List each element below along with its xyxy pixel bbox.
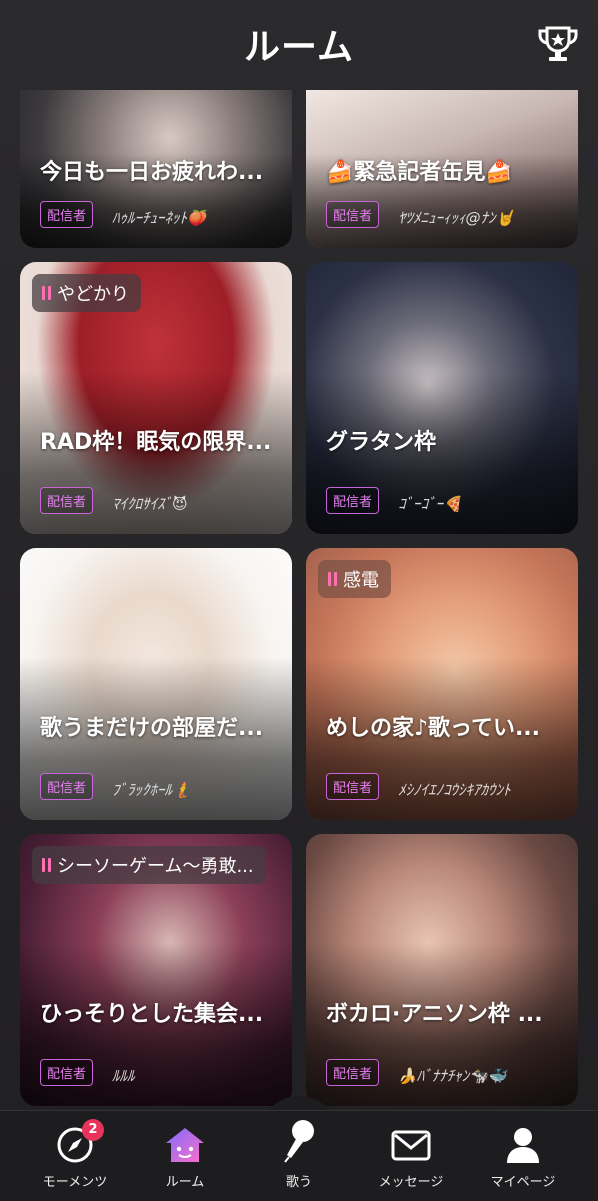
- tab-bar: 2 モーメンツ ルーム 歌う メッセージ マイページ: [0, 1110, 598, 1201]
- equalizer-icon: [328, 572, 337, 586]
- room-title: RAD枠！眠気の限界...: [40, 430, 272, 455]
- user-name: 🍌ﾊﾞﾅﾅﾁｬﾝ🐄🐳: [398, 1067, 507, 1085]
- tab-label: 歌う: [285, 1175, 312, 1190]
- tab-label: メッセージ: [378, 1175, 444, 1190]
- role-badge: 配信者: [326, 1059, 380, 1086]
- room-title: 歌うまだけの部屋だ...: [40, 716, 264, 741]
- role-badge: 配信者: [40, 1059, 94, 1086]
- song-tag: やどかり: [32, 274, 141, 312]
- song-tag-label: やどかり: [57, 284, 129, 305]
- page-title: ルーム: [244, 27, 354, 68]
- equalizer-icon: [42, 286, 51, 300]
- room-title: ボカロ·アニソン枠 ...: [326, 1002, 543, 1027]
- notification-badge: 2: [82, 1119, 104, 1141]
- tab-room[interactable]: ルーム: [130, 1111, 240, 1201]
- role-badge: 配信者: [40, 773, 94, 800]
- role-badge: 配信者: [40, 487, 94, 514]
- role-badge: 配信者: [326, 201, 380, 228]
- tab-message[interactable]: メッセージ: [356, 1111, 466, 1201]
- tab-label: モーメンツ: [42, 1175, 108, 1190]
- room-card[interactable]: 歌うまだけの部屋だ... 配信者 ﾌﾞﾗｯｸﾎｰﾙ🧜: [20, 548, 292, 820]
- user-name: ﾙﾙﾙ: [112, 1067, 135, 1085]
- tab-label: ルーム: [165, 1175, 205, 1190]
- room-card[interactable]: シーソーゲーム〜勇敢... ひっそりとした集会... 配信者 ﾙﾙﾙ: [20, 834, 292, 1106]
- trophy-icon[interactable]: [536, 22, 580, 66]
- song-tag-label: シーソーゲーム〜勇敢...: [57, 856, 254, 877]
- song-tag: 感電: [318, 560, 391, 598]
- role-badge: 配信者: [326, 773, 380, 800]
- room-title: ひっそりとした集会...: [40, 1002, 264, 1027]
- room-title: グラタン枠: [326, 430, 437, 455]
- user-name: ﾌﾞﾗｯｸﾎｰﾙ🧜: [112, 781, 191, 799]
- room-card[interactable]: ボカロ·アニソン枠 ... 配信者 🍌ﾊﾞﾅﾅﾁｬﾝ🐄🐳: [306, 834, 578, 1106]
- room-title: めしの家♪歌ってい...: [326, 716, 541, 741]
- song-tag-label: 感電: [343, 570, 379, 591]
- user-icon: [507, 1128, 539, 1163]
- room-card[interactable]: 🍰緊急記者缶見🍰 配信者 ﾔﾂﾒﾆｭｰｨｯｨ@ﾅﾝ🤘: [306, 90, 578, 248]
- room-card[interactable]: グラタン枠 配信者 ｺﾞｰｺﾞｰ🍕: [306, 262, 578, 534]
- home-icon: [166, 1128, 204, 1162]
- user-name: ﾏｲｸﾛｻｲｽﾞ😈: [112, 495, 188, 513]
- room-title: 🍰緊急記者缶見🍰: [326, 160, 513, 185]
- user-name: ﾊｩﾙｰﾁｭｰﾈｯﾄ🍑: [112, 209, 206, 227]
- song-tag: シーソーゲーム〜勇敢...: [32, 846, 266, 884]
- header: ルーム: [0, 0, 598, 90]
- microphone-icon: [284, 1120, 314, 1163]
- role-badge: 配信者: [40, 201, 94, 228]
- tab-label: マイページ: [490, 1175, 556, 1190]
- user-name: ﾒｼﾉｲｴﾉｺｳｼｷｱｶｳﾝﾄ: [398, 781, 511, 799]
- role-badge: 配信者: [326, 487, 380, 514]
- tab-mypage[interactable]: マイページ: [468, 1111, 578, 1201]
- equalizer-icon: [42, 858, 51, 872]
- tab-sing[interactable]: 歌う: [244, 1111, 354, 1201]
- room-card[interactable]: やどかり RAD枠！眠気の限界... 配信者 ﾏｲｸﾛｻｲｽﾞ😈: [20, 262, 292, 534]
- room-title: 今日も一日お疲れわ...: [40, 160, 264, 185]
- room-card[interactable]: 今日も一日お疲れわ... 配信者 ﾊｩﾙｰﾁｭｰﾈｯﾄ🍑: [20, 90, 292, 248]
- room-card[interactable]: 感電 めしの家♪歌ってい... 配信者 ﾒｼﾉｲｴﾉｺｳｼｷｱｶｳﾝﾄ: [306, 548, 578, 820]
- user-name: ﾔﾂﾒﾆｭｰｨｯｨ@ﾅﾝ🤘: [398, 209, 515, 227]
- mail-icon: [391, 1130, 431, 1161]
- user-name: ｺﾞｰｺﾞｰ🍕: [398, 495, 462, 513]
- tab-moments[interactable]: 2 モーメンツ: [20, 1111, 130, 1201]
